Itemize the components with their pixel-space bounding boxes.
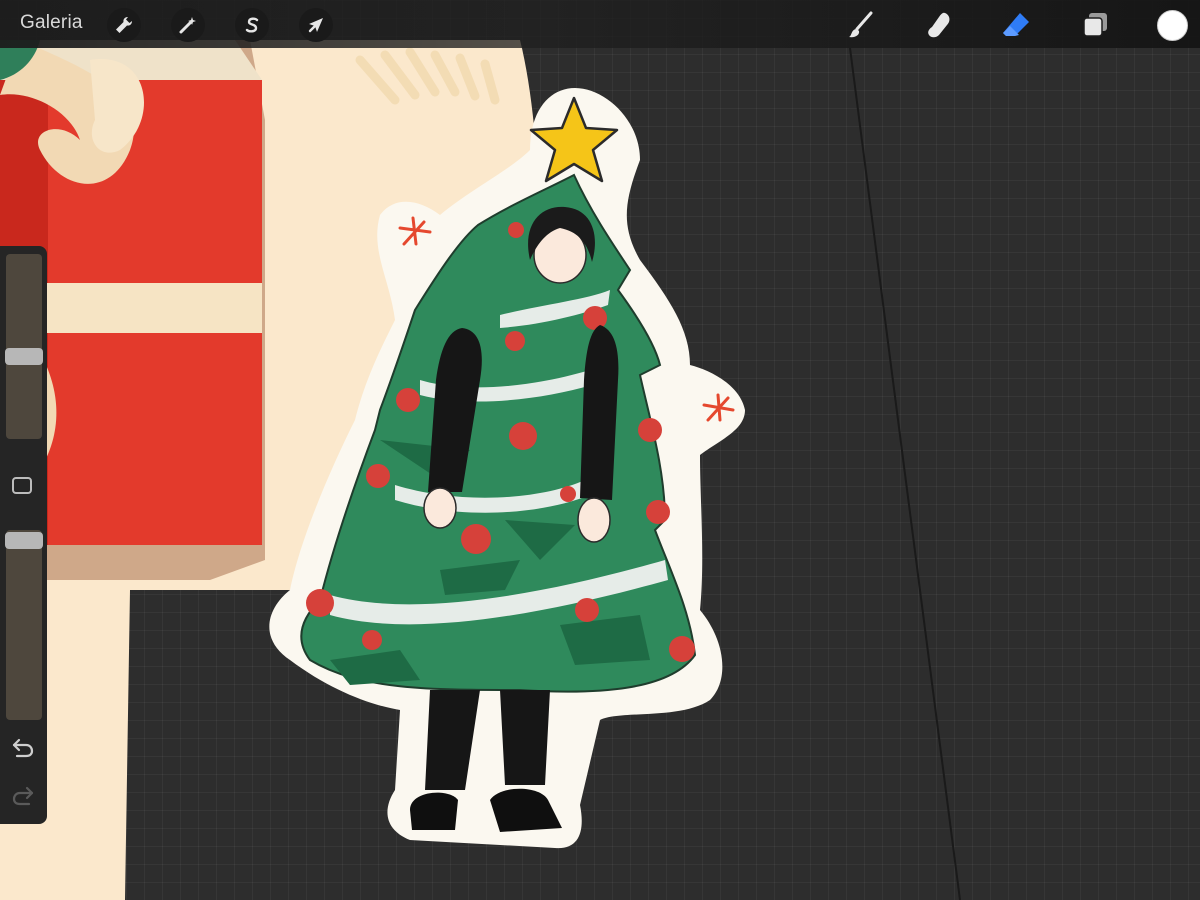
drawing-canvas[interactable] (0, 0, 1200, 900)
modify-square-icon[interactable] (12, 477, 32, 494)
opacity-slider[interactable] (5, 530, 43, 720)
color-swatch[interactable] (1157, 10, 1188, 41)
layers-icon[interactable] (1076, 6, 1114, 44)
brush-size-slider[interactable] (5, 254, 43, 439)
character-hand-left (423, 487, 457, 529)
brush-icon[interactable] (842, 6, 880, 44)
top-toolbar: Galeria (0, 0, 1200, 48)
left-sidebar (0, 246, 47, 824)
smudge-finger-icon[interactable] (920, 6, 958, 44)
arrow-cursor-icon[interactable] (299, 8, 333, 42)
redo-icon[interactable] (11, 784, 35, 806)
eraser-icon[interactable] (998, 6, 1036, 44)
wrench-icon[interactable] (107, 8, 141, 42)
magic-wand-icon[interactable] (171, 8, 205, 42)
character-hand-right (577, 497, 611, 543)
gallery-button[interactable]: Galeria (20, 12, 83, 34)
undo-icon[interactable] (11, 736, 35, 758)
canvas-edge-line (849, 47, 961, 900)
opacity-thumb[interactable] (5, 532, 43, 549)
selection-s-icon[interactable] (235, 8, 269, 42)
brush-size-thumb[interactable] (5, 348, 43, 365)
